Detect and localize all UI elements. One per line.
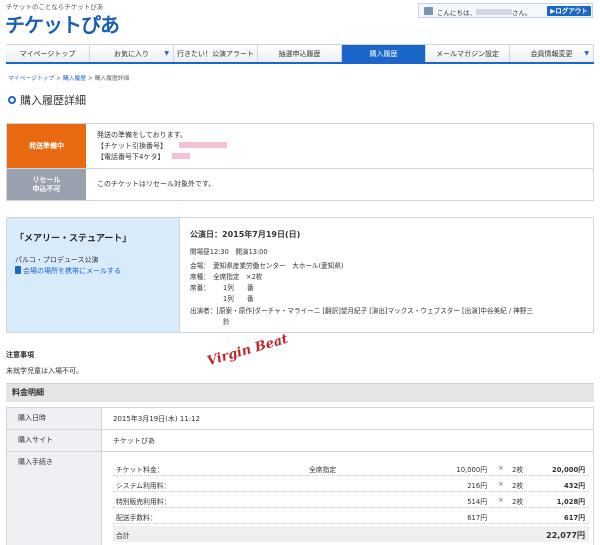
page-title: 購入履歴詳細	[8, 92, 86, 108]
breadcrumb-current: 購入履歴詳細	[94, 76, 130, 82]
event-seat-type: 席種： 全席指定 ×2枚	[190, 273, 263, 281]
purchase-date-label: 購入日時	[7, 408, 102, 429]
event-cast: 出演者：[原案・原作]ダーチャ・マライーニ [翻訳]望月紀子 [演出]マックス・…	[190, 307, 533, 315]
site-header: チケットのことならチケットぴあ チケットぴあ こんにちは、 さん。 ▶ログアウト	[0, 0, 600, 40]
total-amount: 22,077円	[546, 531, 585, 540]
fee-item-row: 配送手数料： 617円 617円	[113, 508, 589, 524]
purchase-site-label: 購入サイト	[7, 430, 102, 451]
event-cast-cont: 鈴	[223, 318, 230, 326]
purchase-site-value: チケットぴあ	[113, 437, 155, 445]
site-logo[interactable]: チケットぴあ	[5, 9, 120, 38]
nav-item-purchase-history[interactable]: 購入履歴	[342, 45, 426, 62]
purchase-site-row: 購入サイト チケットぴあ	[7, 430, 593, 452]
event-seat-2: 1列 番	[223, 295, 254, 303]
user-icon	[424, 7, 433, 15]
nav-item-favorites[interactable]: お気に入り ▼	[90, 45, 174, 62]
redacted-ticket-code	[179, 142, 227, 148]
event-venue: 会場： 愛知県産業労働センター 大ホール(愛知県)	[190, 262, 344, 270]
main-nav: マイページトップ お気に入り ▼ 行きたい！公演アラート 抽選申込履歴 購入履歴 …	[6, 44, 594, 64]
fee-item-row: 特別販売利用料： 514円 × 2枚 1,028円	[113, 492, 589, 508]
nav-item-alert[interactable]: 行きたい！公演アラート	[174, 45, 258, 62]
fee-section-title: 料金明細	[6, 383, 594, 402]
fee-total-row: 合計 22,077円	[113, 526, 589, 542]
event-info: 「メアリー・ステュアート」 パルコ・プロデュース公演 会場の場所を携帯にメールす…	[6, 217, 594, 333]
mobile-icon	[15, 266, 21, 274]
performance-date: 公演日：2015年7月19日(日)	[190, 230, 301, 239]
chevron-down-icon[interactable]: ▼	[584, 45, 589, 63]
nav-item-mypage-top[interactable]: マイページトップ	[6, 45, 90, 62]
fee-item-row: チケット料金： 全席指定 10,000円 × 2枚 20,000円	[113, 460, 589, 476]
resale-badge: リセール 申込不可	[7, 169, 86, 200]
procedure-row: 購入手続き チケット料金： 全席指定 10,000円 × 2枚 20,000円 …	[7, 452, 593, 545]
breadcrumb: マイページトップ > 購入履歴 > 購入履歴詳細	[8, 76, 130, 82]
purchase-date-row: 購入日時 2015年3月19日(木) 11:12	[7, 408, 593, 430]
user-box: こんにちは、 さん。 ▶ログアウト	[418, 3, 593, 18]
procedure-label: 購入手続き	[7, 452, 102, 545]
event-seat-1: 1列 番	[223, 284, 254, 292]
resale-message: このチケットはリセール対象外です。	[97, 180, 216, 188]
event-name: 「メアリー・ステュアート」	[15, 234, 132, 244]
notes-body: 未就学児童は入場不可。	[6, 367, 83, 375]
event-times: 開場昼12:30 開演13:00	[190, 248, 268, 256]
fee-item-row: システム利用料： 216円 × 2枚 432円	[113, 476, 589, 492]
fee-table: 購入日時 2015年3月19日(木) 11:12 購入サイト チケットぴあ 購入…	[6, 407, 594, 545]
resale-status-box: リセール 申込不可 このチケットはリセール対象外です。	[6, 169, 594, 201]
nav-item-member-info[interactable]: 会員情報変更 ▼	[510, 45, 594, 62]
nav-item-mail-magazine[interactable]: メールマガジン設定	[426, 45, 510, 62]
status-message: 発送の準備をしております。 【チケット引換番号】 【電話番号下4ケタ】	[97, 130, 227, 163]
event-seat-label: 席番：	[190, 284, 210, 292]
status-badge: 発送準備中	[7, 124, 86, 168]
shipping-status-box: 発送準備中 発送の準備をしております。 【チケット引換番号】 【電話番号下4ケタ…	[6, 123, 594, 169]
purchase-date-value: 2015年3月19日(木) 11:12	[113, 415, 201, 423]
greeting-text: こんにちは、 さん。	[437, 9, 532, 17]
event-summary: 「メアリー・ステュアート」 パルコ・プロデュース公演 会場の場所を携帯にメールす…	[7, 218, 180, 332]
nav-item-lottery-history[interactable]: 抽選申込履歴	[258, 45, 342, 62]
event-presenter: パルコ・プロデュース公演	[15, 256, 99, 264]
logout-button[interactable]: ▶ログアウト	[547, 6, 591, 16]
redacted-username	[476, 9, 512, 15]
redacted-phone	[172, 153, 191, 159]
circle-bullet-icon	[8, 96, 16, 104]
handwritten-annotation: Virgin Beat	[205, 331, 290, 370]
breadcrumb-purchase-history[interactable]: 購入履歴	[63, 76, 86, 82]
breadcrumb-mypage-top[interactable]: マイページトップ	[8, 76, 54, 82]
total-label: 合計	[116, 532, 130, 540]
venue-mail-link[interactable]: 会場の場所を携帯にメールする	[15, 266, 121, 276]
notes-title: 注意事項	[6, 351, 34, 359]
chevron-down-icon[interactable]: ▼	[164, 45, 169, 63]
